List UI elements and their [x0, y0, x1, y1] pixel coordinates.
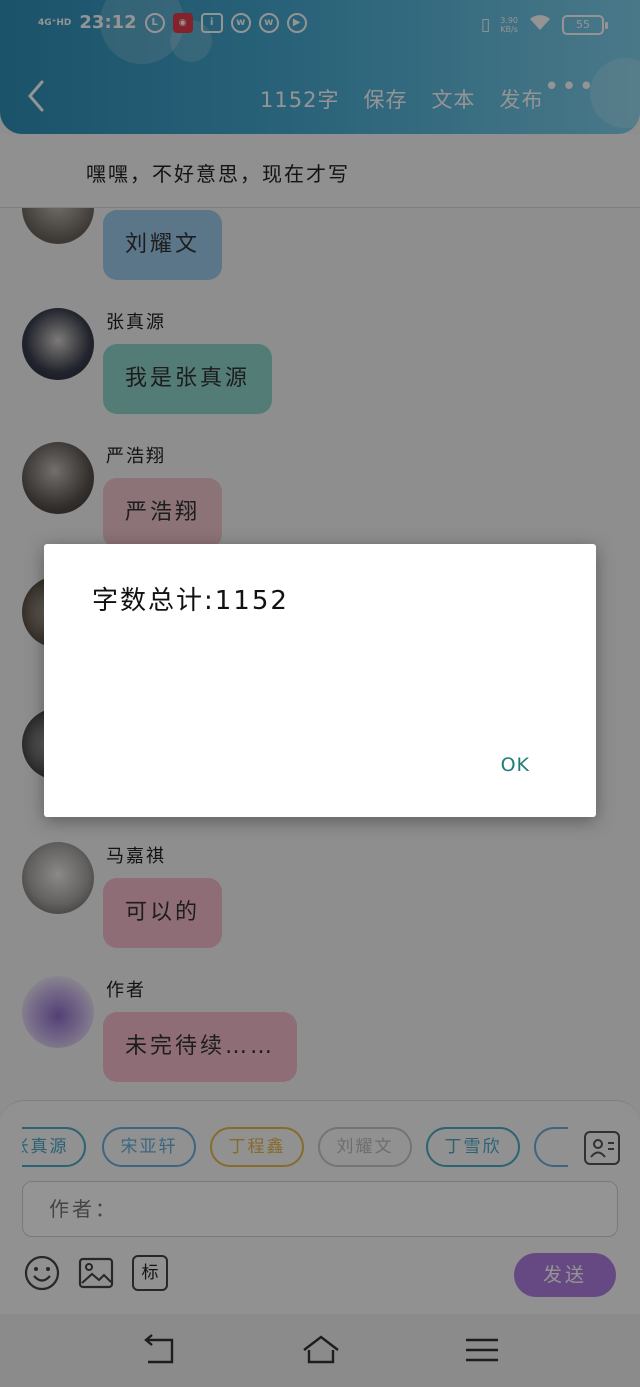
ok-button[interactable]: OK	[501, 754, 530, 776]
word-count-dialog: 字数总计:1152 OK	[44, 544, 596, 817]
dialog-message: 字数总计:1152	[92, 586, 289, 616]
